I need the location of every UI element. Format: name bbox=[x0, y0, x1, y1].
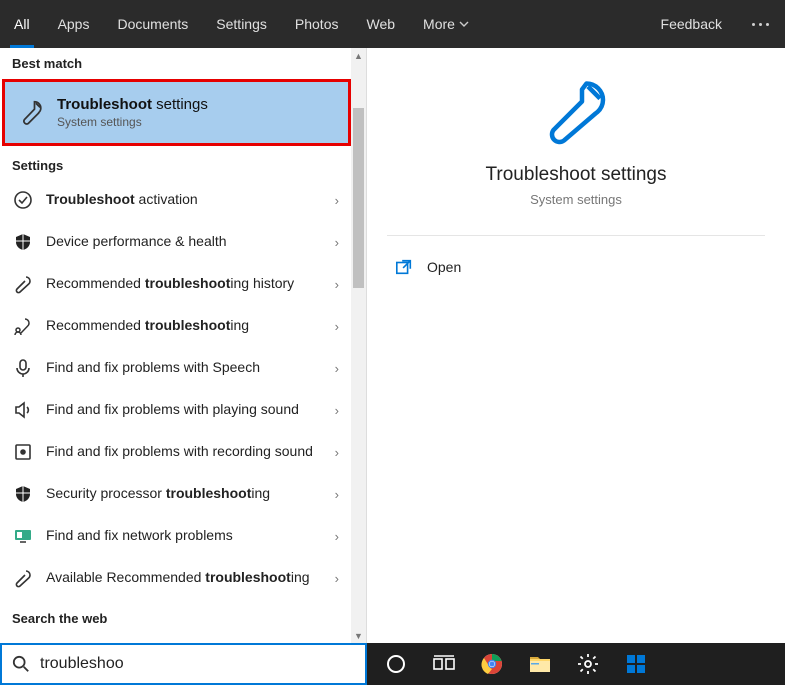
network-icon bbox=[12, 525, 34, 547]
chevron-down-icon bbox=[459, 19, 469, 29]
chevron-right-icon: › bbox=[335, 319, 339, 334]
open-label: Open bbox=[427, 259, 461, 275]
wrench-icon bbox=[12, 273, 34, 295]
wrench-icon bbox=[12, 567, 34, 589]
preview-title: Troubleshoot settings bbox=[486, 164, 667, 186]
tab-photos[interactable]: Photos bbox=[281, 0, 353, 48]
result-speech[interactable]: Find and fix problems with Speech › bbox=[0, 347, 351, 389]
top-tab-bar: All Apps Documents Settings Photos Web M… bbox=[0, 0, 785, 48]
chevron-right-icon: › bbox=[335, 361, 339, 376]
chevron-right-icon: › bbox=[335, 235, 339, 250]
file-explorer-icon[interactable] bbox=[519, 643, 561, 685]
speaker-icon bbox=[12, 399, 34, 421]
best-match-subtitle: System settings bbox=[57, 115, 208, 129]
chevron-right-icon: › bbox=[335, 445, 339, 460]
result-label: Recommended troubleshooting bbox=[46, 317, 317, 335]
result-label: Security processor troubleshooting bbox=[46, 485, 317, 503]
tab-more-label: More bbox=[423, 16, 455, 32]
scroll-down-icon[interactable]: ▼ bbox=[351, 628, 366, 643]
scrollbar[interactable]: ▲ ▼ bbox=[351, 48, 366, 643]
troubleshoot-large-icon bbox=[540, 76, 612, 148]
feedback-button[interactable]: Feedback bbox=[647, 0, 736, 48]
microphone-icon bbox=[12, 357, 34, 379]
chevron-right-icon: › bbox=[335, 403, 339, 418]
result-security-processor[interactable]: Security processor troubleshooting › bbox=[0, 473, 351, 515]
tab-settings[interactable]: Settings bbox=[202, 0, 281, 48]
tab-all[interactable]: All bbox=[0, 0, 44, 48]
result-troubleshoot-activation[interactable]: Troubleshoot activation › bbox=[0, 179, 351, 221]
tab-apps[interactable]: Apps bbox=[44, 0, 104, 48]
best-match-header: Best match bbox=[0, 48, 366, 77]
search-bar[interactable] bbox=[0, 643, 367, 685]
best-match-result[interactable]: Troubleshoot settings System settings bbox=[2, 79, 351, 146]
ellipsis-icon[interactable] bbox=[736, 23, 785, 26]
shield-icon bbox=[12, 231, 34, 253]
result-playing-sound[interactable]: Find and fix problems with playing sound… bbox=[0, 389, 351, 431]
tab-more[interactable]: More bbox=[409, 0, 483, 48]
result-label: Troubleshoot activation bbox=[46, 191, 317, 209]
cortana-icon[interactable] bbox=[375, 643, 417, 685]
search-web-header: Search the web bbox=[0, 599, 366, 632]
settings-header: Settings bbox=[0, 150, 366, 179]
result-label: Find and fix network problems bbox=[46, 527, 317, 545]
search-icon bbox=[12, 655, 30, 673]
result-label: Find and fix problems with Speech bbox=[46, 359, 317, 377]
checkmark-circle-icon bbox=[12, 189, 34, 211]
result-network[interactable]: Find and fix network problems › bbox=[0, 515, 351, 557]
search-input[interactable] bbox=[40, 655, 355, 673]
chrome-icon[interactable] bbox=[471, 643, 513, 685]
result-label: Find and fix problems with recording sou… bbox=[46, 443, 317, 461]
best-match-title: Troubleshoot settings bbox=[57, 96, 208, 113]
open-icon bbox=[395, 258, 413, 276]
settings-icon[interactable] bbox=[567, 643, 609, 685]
chevron-right-icon: › bbox=[335, 487, 339, 502]
troubleshoot-icon bbox=[17, 99, 45, 127]
result-recommended-troubleshooting[interactable]: Recommended troubleshooting › bbox=[0, 305, 351, 347]
scroll-thumb[interactable] bbox=[353, 108, 364, 288]
shield-icon bbox=[12, 483, 34, 505]
divider bbox=[387, 235, 765, 236]
result-device-performance[interactable]: Device performance & health › bbox=[0, 221, 351, 263]
result-label: Find and fix problems with playing sound bbox=[46, 401, 317, 419]
wrench-person-icon bbox=[12, 315, 34, 337]
scroll-up-icon[interactable]: ▲ bbox=[351, 48, 366, 63]
tab-documents[interactable]: Documents bbox=[103, 0, 202, 48]
preview-subtitle: System settings bbox=[530, 192, 622, 207]
tab-web[interactable]: Web bbox=[352, 0, 409, 48]
chevron-right-icon: › bbox=[335, 193, 339, 208]
taskbar bbox=[367, 643, 785, 685]
chevron-right-icon: › bbox=[335, 277, 339, 292]
result-available-recommended[interactable]: Available Recommended troubleshooting › bbox=[0, 557, 351, 599]
task-view-icon[interactable] bbox=[423, 643, 465, 685]
mic-record-icon bbox=[12, 441, 34, 463]
start-icon[interactable] bbox=[615, 643, 657, 685]
result-recording-sound[interactable]: Find and fix problems with recording sou… bbox=[0, 431, 351, 473]
result-recommended-history[interactable]: Recommended troubleshooting history › bbox=[0, 263, 351, 305]
open-button[interactable]: Open bbox=[367, 244, 785, 290]
result-label: Recommended troubleshooting history bbox=[46, 275, 317, 293]
result-label: Available Recommended troubleshooting bbox=[46, 569, 317, 587]
chevron-right-icon: › bbox=[335, 529, 339, 544]
results-panel: Best match Troubleshoot settings System … bbox=[0, 48, 367, 643]
preview-panel: Troubleshoot settings System settings Op… bbox=[367, 48, 785, 643]
chevron-right-icon: › bbox=[335, 571, 339, 586]
result-label: Device performance & health bbox=[46, 233, 317, 251]
